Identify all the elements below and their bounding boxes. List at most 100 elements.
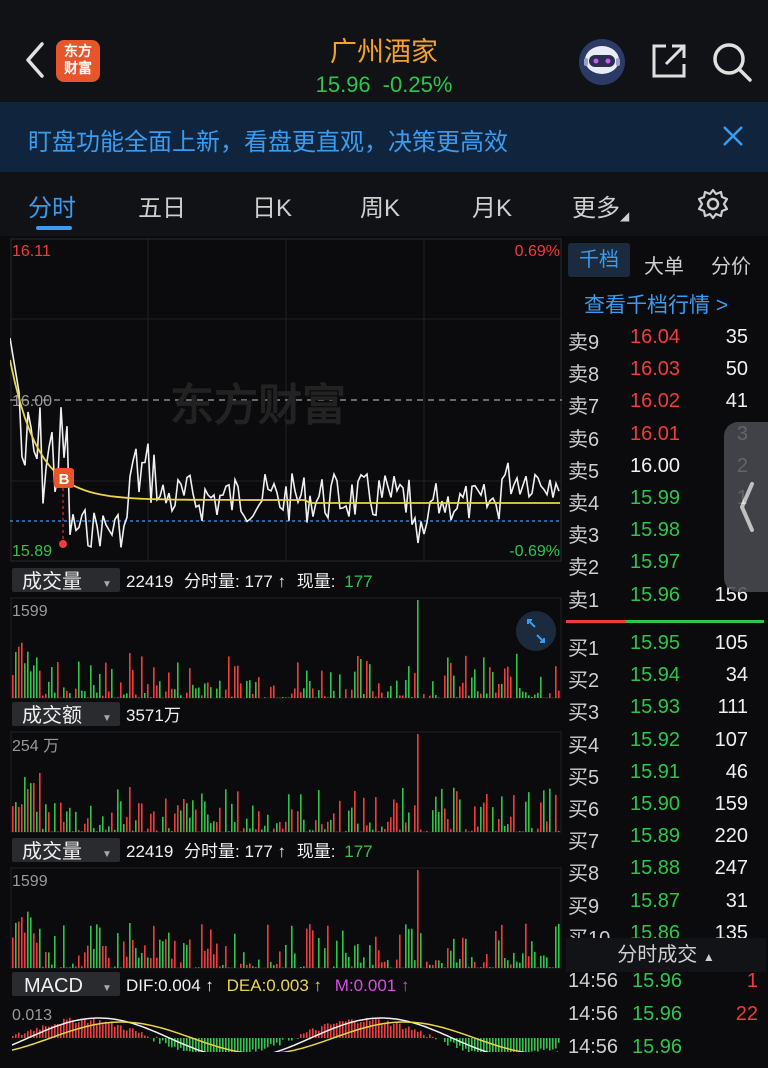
intraday-chart[interactable]: 东方财富 16.11 16.00 15.89 0.69% -0.69% B 成交… [10,238,562,1052]
share-icon[interactable] [648,40,690,82]
tab-intraday[interactable]: 分时 [28,188,76,223]
volume-bar [309,924,311,968]
volume-bar [519,963,521,968]
ask-row[interactable]: 卖816.0350 [568,358,764,390]
level-volume: 34 [726,664,748,687]
volume-bar [387,822,389,832]
volume-bar [228,967,230,968]
volume-bar [282,829,284,832]
volume-bar [207,949,209,968]
volume-bar [111,669,113,698]
level-price: 15.97 [630,551,680,574]
panel-collapse-handle[interactable] [724,422,768,592]
volume-bar [219,681,221,698]
volume-total-2: 22419 [126,842,173,861]
view-levels-link[interactable]: 查看千档行情 > [584,289,728,319]
macd-bar [243,1038,245,1052]
volume-bar [180,810,182,832]
volume-bar [234,666,236,698]
macd-bar [432,1037,434,1038]
bid-row[interactable]: 买815.88247 [568,857,764,889]
stock-name: 广州酒家 [234,30,534,69]
volume-bar [450,663,452,698]
macd-bar [204,1038,206,1052]
bid-row[interactable]: 买615.90159 [568,793,764,825]
macd-bar [471,1038,473,1051]
volume-bar [246,681,248,698]
volume-bars-2 [12,870,560,968]
volume-bar [126,693,128,698]
volume-bar [555,666,557,698]
ask-row[interactable]: 卖716.0241 [568,390,764,422]
macd-bar [279,1038,281,1045]
volume-bar [558,691,560,698]
tab-monthly-k[interactable]: 月K [472,188,512,223]
bid-row[interactable]: 买915.8731 [568,890,764,922]
macd-bar [27,1031,29,1038]
volume-bar [183,943,185,968]
macd-bar [219,1038,221,1052]
volume-bar [291,926,293,968]
volume-bar [312,930,314,968]
tab-price-distribution[interactable]: 分价 [711,250,751,279]
volume-bar [270,687,272,698]
volume-bar [525,924,527,968]
level-label: 买2 [568,664,599,693]
volume-bar [240,683,242,698]
volume-bar [45,694,47,698]
macd-bar [507,1038,509,1052]
volume-bar [189,668,191,698]
volume-bar [474,806,476,832]
tab-five-day[interactable]: 五日 [138,188,186,223]
volume-bar [138,697,140,698]
bid-row[interactable]: 买415.92107 [568,729,764,761]
bid-row[interactable]: 买315.93111 [568,696,764,728]
svg-text:▼: ▼ [102,849,112,860]
volume-bar [132,831,134,832]
volume-bar [495,831,497,832]
volume-bar [480,694,482,698]
volume-bar [438,960,440,968]
volume-bar [318,938,320,968]
volume-bar [228,656,230,698]
volume-bar [75,812,77,832]
macd-bar [222,1038,224,1052]
search-icon[interactable] [710,40,754,84]
volume-bar [348,811,350,832]
volume-bar [246,965,248,968]
bid-row[interactable]: 买515.9146 [568,761,764,793]
macd-bar [21,1035,23,1038]
volume-bar [207,815,209,832]
macd-bar [525,1038,527,1052]
tab-large-orders[interactable]: 大单 [644,250,684,279]
volume-bar [195,810,197,832]
volume-bar [333,967,335,968]
close-icon[interactable] [718,121,748,151]
tab-weekly-k[interactable]: 周K [360,188,400,223]
volume-bar [357,656,359,698]
ask-row[interactable]: 卖916.0435 [568,326,764,358]
level-volume: 247 [715,857,748,880]
assistant-robot-icon[interactable] [576,38,628,86]
volume-bar [261,830,263,832]
back-arrow-icon[interactable] [22,40,48,80]
volume-bar [528,792,530,832]
volume-bar [282,967,284,968]
gear-icon[interactable] [696,187,730,221]
macd-bar [156,1037,158,1038]
volume-bar [186,803,188,832]
volume-bar [486,794,488,832]
volume-bar [84,824,86,832]
volume-bar [546,957,548,968]
bid-row[interactable]: 买115.95105 [568,632,764,664]
volume-bar [60,967,62,968]
tab-more[interactable]: 更多◢ [572,188,629,223]
volume-bar [93,685,95,698]
tab-daily-k[interactable]: 日K [252,188,292,223]
tick-trades-header[interactable]: 分时成交 ▲ [566,938,766,972]
volume-bar [345,689,347,698]
tab-thousand-levels[interactable]: 千档 [568,243,630,277]
level-label: 买1 [568,632,599,661]
bid-row[interactable]: 买715.89220 [568,825,764,857]
bid-row[interactable]: 买215.9434 [568,664,764,696]
